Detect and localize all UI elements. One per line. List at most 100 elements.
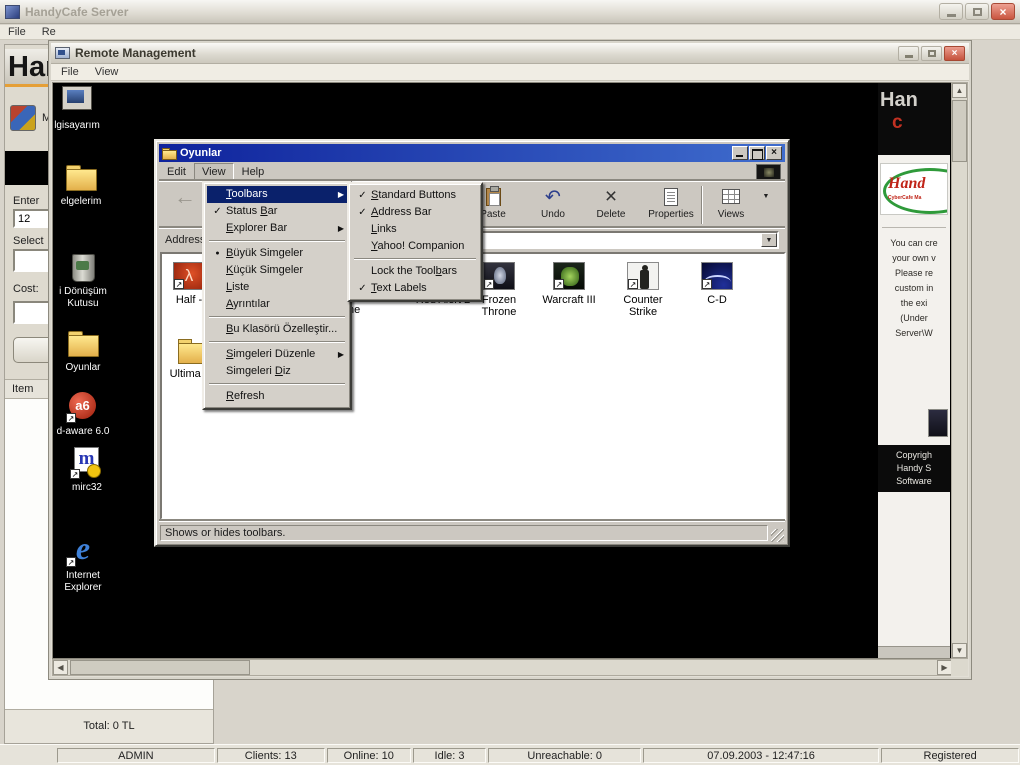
oyunlar-minimize-button[interactable]: [732, 146, 748, 160]
remote-management-icon: [55, 47, 70, 59]
submenu-arrow-icon: ▶: [337, 224, 344, 233]
vertical-scroll-thumb[interactable]: [952, 100, 967, 162]
main-window-title: HandyCafe Server: [25, 4, 129, 19]
page-text-line: You can cre: [890, 238, 938, 248]
computer-icon: [60, 85, 94, 117]
desktop-icon-adaware[interactable]: d-aware 6.0: [53, 391, 115, 438]
halflife-icon: [173, 262, 205, 290]
desktop-icon-label: d-aware 6.0: [56, 426, 110, 437]
toolbar-button-delete[interactable]: × Delete: [583, 184, 639, 226]
menu-item-explorer-bar[interactable]: Explorer Bar ▶: [207, 220, 347, 237]
oyunlar-maximize-button[interactable]: [749, 146, 765, 160]
status-message: Shows or hides toolbars.: [160, 525, 768, 541]
logo-subtext: CyberCafe Ma: [888, 195, 922, 201]
main-menubar: File Re: [0, 25, 1020, 40]
menu-item-toolbars[interactable]: Toolbars ▶: [207, 186, 347, 203]
menu-item-links[interactable]: Links: [352, 221, 478, 238]
menubar-item-view[interactable]: View: [193, 163, 234, 181]
remote-menubar: File View: [51, 64, 969, 81]
menu-item-k-k-simgeler[interactable]: Küçük Simgeler: [207, 262, 347, 279]
menu-item-b-y-k-simgeler[interactable]: ● Büyük Simgeler: [207, 245, 347, 262]
desktop-icon-label: elgelerim: [60, 196, 102, 207]
menu-item-refresh[interactable]: Refresh: [207, 388, 347, 405]
menubar-item-file[interactable]: File: [61, 66, 79, 78]
menubar-item-edit[interactable]: Edit: [159, 163, 194, 181]
scroll-right-icon[interactable]: ▶: [937, 660, 952, 675]
menu-item-yahoo-companion[interactable]: Yahoo! Companion: [352, 238, 478, 255]
menubar-item-view[interactable]: View: [95, 66, 119, 78]
resize-grip[interactable]: [771, 529, 784, 542]
address-dropdown-arrow[interactable]: ▼: [761, 232, 777, 247]
desktop-icon-ie[interactable]: Internet Explorer: [53, 531, 115, 594]
ie-icon: [66, 531, 100, 567]
remote-maximize-button[interactable]: [921, 45, 942, 61]
cd-icon: [701, 262, 733, 290]
toolbar-button-label: Undo: [541, 209, 565, 220]
remote-titlebar[interactable]: Remote Management ×: [51, 43, 969, 64]
divider: [882, 227, 946, 228]
menu-item-label: Address Bar: [371, 206, 432, 218]
shortcut-arrow-icon: [66, 413, 76, 423]
properties-glyph: [664, 187, 678, 206]
main-close-button[interactable]: ×: [991, 3, 1015, 20]
horizontal-scrollbar[interactable]: ◀ ▶: [52, 659, 953, 676]
remote-page-banner: Han c: [878, 83, 950, 155]
toolbar-button-undo[interactable]: ↶ Undo: [525, 184, 581, 226]
menu-item-label: Refresh: [226, 390, 265, 402]
desktop-icon-folder[interactable]: elgelerim: [53, 161, 113, 208]
toolbar-button-views[interactable]: Views: [707, 184, 755, 226]
horizontal-scroll-thumb[interactable]: [70, 660, 250, 675]
folder-icon: [66, 327, 100, 359]
menubar-item-help[interactable]: Help: [234, 163, 273, 181]
main-titlebar: HandyCafe Server ×: [0, 0, 1020, 24]
menu-item-label: Bu Klasörü Özelleştir...: [226, 323, 338, 335]
view-menu: Toolbars ▶ ✓ Status Bar Explorer Bar ▶ ● Büyük …: [202, 181, 352, 410]
toolbar-button-back[interactable]: ←: [165, 184, 205, 226]
vertical-scrollbar[interactable]: ▲ ▼: [951, 82, 968, 659]
oyunlar-title: Oyunlar: [180, 147, 222, 159]
desktop-icon-mirc[interactable]: mirc32: [55, 447, 119, 494]
toolbar-button-properties[interactable]: Properties: [639, 184, 703, 226]
menubar-item-re[interactable]: Re: [42, 26, 56, 38]
mirc-icon: [70, 447, 104, 479]
network-icon: [10, 105, 36, 131]
shortcut-arrow-icon: [628, 279, 638, 289]
main-minimize-button[interactable]: [939, 3, 963, 20]
toolbar-button-drop[interactable]: ▼: [759, 184, 773, 226]
menu-item-label: Text Labels: [371, 282, 427, 294]
remote-close-button[interactable]: ×: [944, 45, 965, 61]
remote-minimize-button[interactable]: [898, 45, 919, 61]
menu-item-bu-klas-r-zelle-tir-[interactable]: Bu Klasörü Özelleştir...: [207, 321, 347, 338]
menu-item-label: Simgeleri Düzenle: [226, 348, 316, 360]
page-text-line: (Under: [900, 313, 928, 323]
main-maximize-button[interactable]: [965, 3, 989, 20]
scroll-left-icon[interactable]: ◀: [53, 660, 68, 675]
menu-item-status-bar[interactable]: ✓ Status Bar: [207, 203, 347, 220]
menu-item-ayr-nt-lar[interactable]: Ayrıntılar: [207, 296, 347, 313]
file-icon-cs[interactable]: Counter Strike: [611, 262, 675, 318]
oyunlar-titlebar[interactable]: Oyunlar ×: [159, 144, 785, 162]
menu-item-simgeleri-d-zenle[interactable]: Simgeleri Düzenle ▶: [207, 346, 347, 363]
menu-item-simgeleri-diz[interactable]: Simgeleri Diz: [207, 363, 347, 380]
scroll-down-icon[interactable]: ▼: [952, 643, 967, 658]
desktop-icon-recycle[interactable]: i Dönüşüm Kutusu: [53, 251, 115, 310]
menubar-item-file[interactable]: File: [8, 26, 26, 38]
status-bar: ADMIN Clients: 13 Online: 10 Idle: 3 Unreach…: [0, 744, 1020, 765]
file-icon-cd[interactable]: C-D: [685, 262, 749, 306]
file-icon-warcraft[interactable]: Warcraft III: [537, 262, 601, 306]
menu-item-lock-the-toolbars[interactable]: Lock the Toolbars: [352, 263, 478, 280]
menu-item-liste[interactable]: Liste: [207, 279, 347, 296]
menu-item-address-bar[interactable]: ✓ Address Bar: [352, 204, 478, 221]
menu-item-text-labels[interactable]: ✓ Text Labels: [352, 280, 478, 297]
desktop-icon-computer[interactable]: lgisayarım: [53, 85, 109, 132]
menu-item-standard-buttons[interactable]: ✓ Standard Buttons: [352, 187, 478, 204]
checkmark-icon: ✓: [358, 207, 367, 218]
desktop-icon-folder[interactable]: Oyunlar: [53, 327, 115, 374]
remote-desktop-view[interactable]: lgisayarım elgelerim i Dönüşüm Kutusu Oyunl…: [52, 82, 953, 659]
scrollbar-corner: [951, 659, 968, 676]
copyright-line: Copyrigh: [895, 450, 933, 460]
oyunlar-close-button[interactable]: ×: [766, 146, 782, 160]
scroll-up-icon[interactable]: ▲: [952, 83, 967, 98]
copyright-line: Software: [896, 476, 932, 486]
status-panel: [1, 748, 55, 763]
